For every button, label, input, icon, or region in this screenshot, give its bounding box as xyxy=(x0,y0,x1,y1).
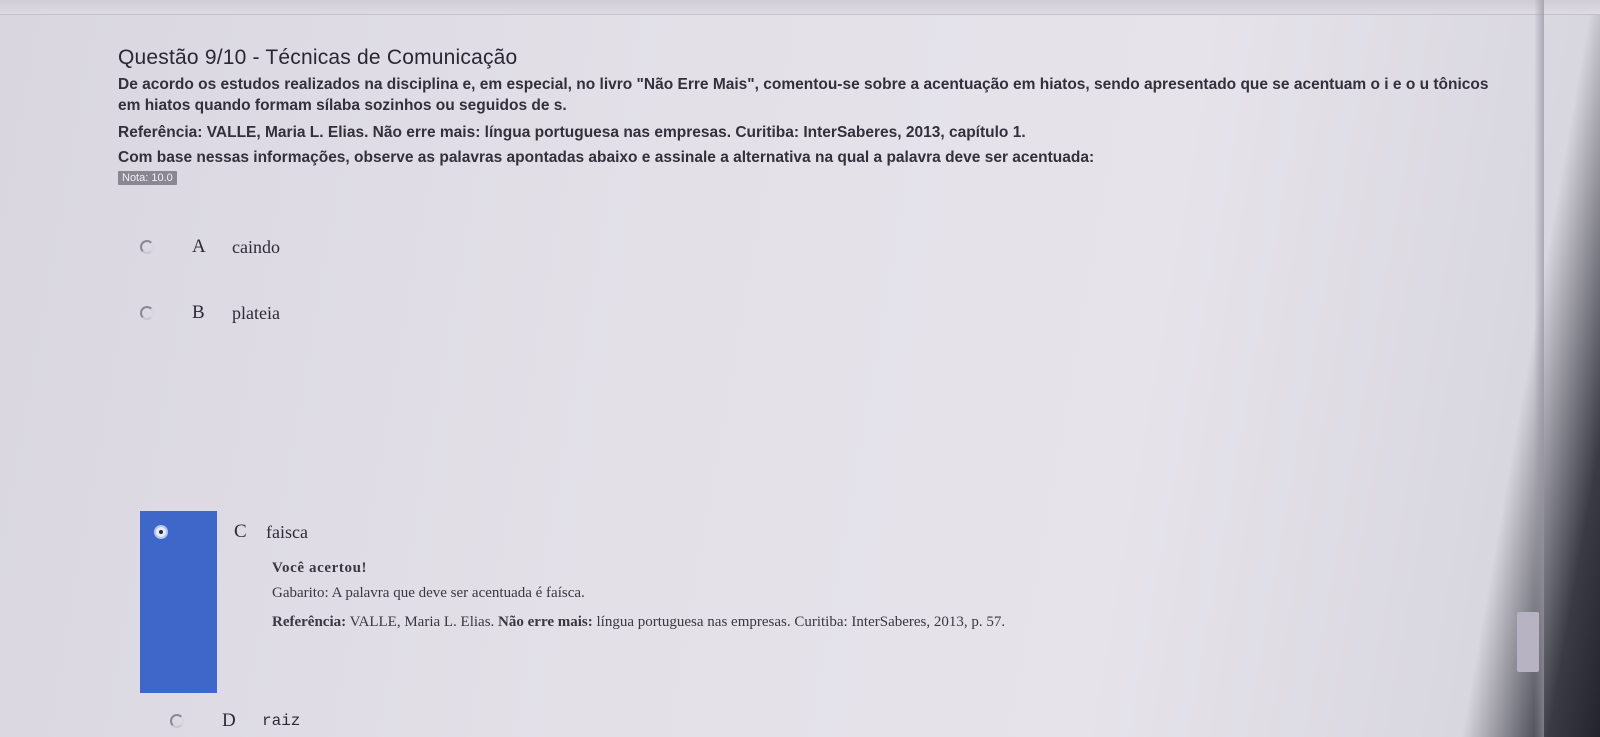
option-letter: D xyxy=(222,710,236,731)
feedback-answer: Gabarito: A palavra que deve ser acentua… xyxy=(272,585,585,601)
question-text: De acordo os estudos realizados na disci… xyxy=(118,76,1489,114)
option-letter: C xyxy=(234,521,247,542)
radio-button-c[interactable] xyxy=(154,525,168,539)
answer-feedback: Você acertou! Gabarito: A palavra que de… xyxy=(272,560,1005,643)
option-letter: B xyxy=(192,302,205,323)
option-text: faisca xyxy=(266,521,308,542)
scrollbar-thumb[interactable] xyxy=(1517,612,1539,672)
top-border xyxy=(0,0,1600,15)
option-text: caindo xyxy=(232,236,280,257)
radio-button-b[interactable] xyxy=(140,306,154,320)
question-title: Questão 9/10 - Técnicas de Comunicação xyxy=(118,46,518,69)
option-d[interactable]: D raiz xyxy=(170,710,300,732)
selected-answer-indicator xyxy=(140,511,217,693)
feedback-title: Você acertou! xyxy=(272,560,368,576)
radio-button-a[interactable] xyxy=(140,240,154,254)
question-panel: Questão 9/10 - Técnicas de Comunicação D… xyxy=(118,46,1518,186)
option-a[interactable]: A caindo xyxy=(140,236,280,258)
question-prompt: Com base nessas informações, observe as … xyxy=(118,149,1095,166)
radio-button-d[interactable] xyxy=(170,714,184,728)
feedback-reference-author: VALLE, Maria L. Elias. xyxy=(346,614,499,630)
option-letter: A xyxy=(192,236,206,257)
option-text: plateia xyxy=(232,302,280,323)
feedback-reference-label: Referência: xyxy=(272,614,347,630)
feedback-reference: Referência: VALLE, Maria L. Elias. Não e… xyxy=(272,614,1005,631)
option-c[interactable]: C faisca xyxy=(234,521,308,543)
option-b[interactable]: B plateia xyxy=(140,302,280,324)
grade-badge: Nota: 10.0 xyxy=(118,171,177,185)
feedback-reference-book: Não erre mais: xyxy=(498,614,593,630)
feedback-reference-rest: língua portuguesa nas empresas. Curitiba… xyxy=(592,614,1006,630)
question-reference: Referência: VALLE, Maria L. Elias. Não e… xyxy=(118,124,1026,141)
option-text: raiz xyxy=(262,712,301,730)
